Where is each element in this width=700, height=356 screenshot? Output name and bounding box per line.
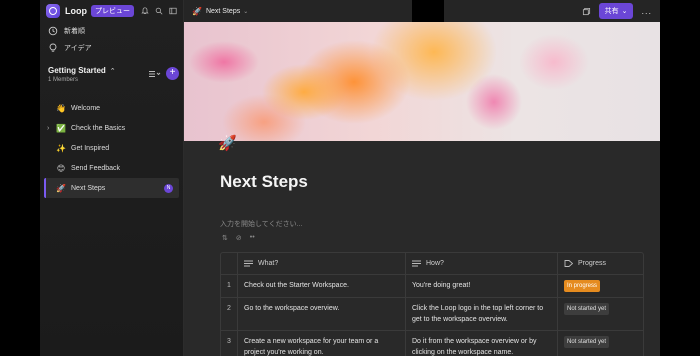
cell-what[interactable]: Go to the workspace overview.	[237, 298, 405, 330]
next-steps-table: What? How? Progress 1 Check out the Star…	[220, 252, 644, 356]
share-label: 共有	[604, 8, 619, 15]
cover-image	[184, 22, 660, 141]
rocket-icon: 🚀	[56, 183, 66, 193]
breadcrumb-title: Next Steps	[205, 7, 241, 15]
column-header-how[interactable]: How?	[405, 253, 557, 274]
sort-icon[interactable]: ⇅	[222, 234, 228, 242]
tag-icon	[564, 260, 573, 267]
check-mark-icon: ✅	[56, 123, 66, 133]
page-title[interactable]: Next Steps	[220, 172, 308, 192]
page-label: Send Feedback	[71, 164, 121, 172]
chevron-down-icon: ⌄	[621, 8, 628, 15]
cell-how[interactable]: You're doing great!	[405, 275, 557, 297]
cell-how[interactable]: Click the Loop logo in the top left corn…	[405, 298, 557, 330]
cell-what[interactable]: Check out the Starter Workspace.	[237, 275, 405, 297]
status-badge[interactable]: In progress	[564, 280, 601, 292]
bell-icon[interactable]	[141, 7, 149, 15]
text-toolbar: ⇅ ⊘ ••	[222, 234, 255, 242]
preview-badge: プレビュー	[91, 5, 134, 17]
cell-progress[interactable]: Not started yet	[557, 331, 643, 356]
page-label: Next Steps	[71, 184, 106, 192]
collapse-sidebar-icon[interactable]	[169, 7, 177, 15]
page-item-send-feedback[interactable]: 😊 Send Feedback	[40, 158, 183, 178]
nav-item-recent[interactable]: 新着順	[40, 22, 183, 39]
row-number: 3	[227, 338, 231, 345]
page-item-get-inspired[interactable]: ✨ Get Inspired	[40, 138, 183, 158]
text-column-icon	[244, 260, 253, 267]
window-gap	[412, 0, 444, 22]
topbar: 🚀 Next Steps ⌄ 共有 ⌄ ...	[184, 0, 660, 22]
column-header-what[interactable]: What?	[237, 253, 405, 274]
content-placeholder[interactable]: 入力を開始してください...	[220, 219, 302, 229]
cell-progress[interactable]: In progress	[557, 275, 643, 297]
screen-border-right	[660, 0, 700, 356]
table-header-row: What? How? Progress	[221, 253, 643, 274]
waving-hand-icon: 👋	[56, 103, 66, 113]
nav-item-label: アイデア	[64, 44, 92, 52]
smiley-icon: 😊	[56, 163, 66, 173]
chevron-updown-icon: ⌃	[109, 67, 116, 75]
sidebar: Loop プレビュー 新着順 アイデア Getting Started ⌃ 1 …	[40, 0, 184, 356]
status-badge[interactable]: Not started yet	[564, 303, 610, 315]
sparkles-icon: ✨	[56, 143, 66, 153]
page-item-welcome[interactable]: 👋 Welcome	[40, 98, 183, 118]
workspace-name: Getting Started	[48, 66, 106, 75]
eye-off-icon[interactable]: ⊘	[236, 234, 242, 242]
avatar: N	[164, 183, 173, 193]
screen-border-left	[0, 0, 40, 356]
row-number: 2	[227, 305, 231, 312]
list-options-icon[interactable]	[149, 70, 161, 78]
more-icon[interactable]: ••	[250, 234, 255, 242]
page-label: Check the Basics	[71, 124, 126, 132]
row-number: 1	[227, 282, 231, 289]
table-row: 2 Go to the workspace overview. Click th…	[221, 297, 643, 330]
text-column-icon	[412, 260, 421, 267]
header-label: How?	[426, 260, 444, 267]
column-header-progress[interactable]: Progress	[557, 253, 643, 274]
loop-app: Loop プレビュー 新着順 アイデア Getting Started ⌃ 1 …	[40, 0, 660, 356]
more-options-icon[interactable]: ...	[641, 6, 652, 16]
nav-item-label: 新着順	[64, 27, 85, 35]
workspace-header: Getting Started ⌃ 1 Members +	[40, 66, 183, 88]
loop-logo-icon[interactable]	[46, 4, 60, 18]
rocket-icon: 🚀	[192, 6, 202, 16]
page-emoji-icon[interactable]: 🚀	[218, 134, 237, 152]
page-item-check-the-basics[interactable]: › ✅ Check the Basics	[40, 118, 183, 138]
cell-what[interactable]: Create a new workspace for your team or …	[237, 331, 405, 356]
page-list: 👋 Welcome › ✅ Check the Basics ✨ Get Ins…	[40, 98, 183, 198]
sidebar-header: Loop プレビュー	[40, 0, 183, 22]
nav-item-ideas[interactable]: アイデア	[40, 39, 183, 56]
share-button[interactable]: 共有 ⌄	[598, 3, 634, 19]
header-label: Progress	[578, 260, 607, 267]
main-content: 🚀 Next Steps ⌄ 共有 ⌄ ... 🚀 Next Steps 入力を…	[184, 0, 660, 356]
app-name: Loop	[65, 6, 87, 16]
add-page-button[interactable]: +	[166, 67, 179, 80]
cell-how[interactable]: Do it from the workspace overview or by …	[405, 331, 557, 356]
lightbulb-icon	[48, 43, 58, 53]
header-label: What?	[258, 260, 279, 267]
table-row: 3 Create a new workspace for your team o…	[221, 330, 643, 356]
copy-icon[interactable]	[582, 7, 591, 16]
page-item-next-steps[interactable]: 🚀 Next Steps N	[44, 178, 179, 198]
page-label: Get Inspired	[71, 144, 110, 152]
table-row: 1 Check out the Starter Workspace. You'r…	[221, 274, 643, 297]
breadcrumb[interactable]: 🚀 Next Steps ⌄	[192, 7, 248, 16]
clock-icon	[48, 26, 58, 36]
status-badge[interactable]: Not started yet	[564, 336, 610, 348]
chevron-down-icon: ⌄	[243, 8, 249, 15]
page-label: Welcome	[71, 104, 101, 112]
cell-progress[interactable]: Not started yet	[557, 298, 643, 330]
row-number-header	[221, 253, 237, 274]
chevron-right-icon[interactable]: ›	[47, 125, 49, 132]
search-icon[interactable]	[155, 7, 163, 15]
